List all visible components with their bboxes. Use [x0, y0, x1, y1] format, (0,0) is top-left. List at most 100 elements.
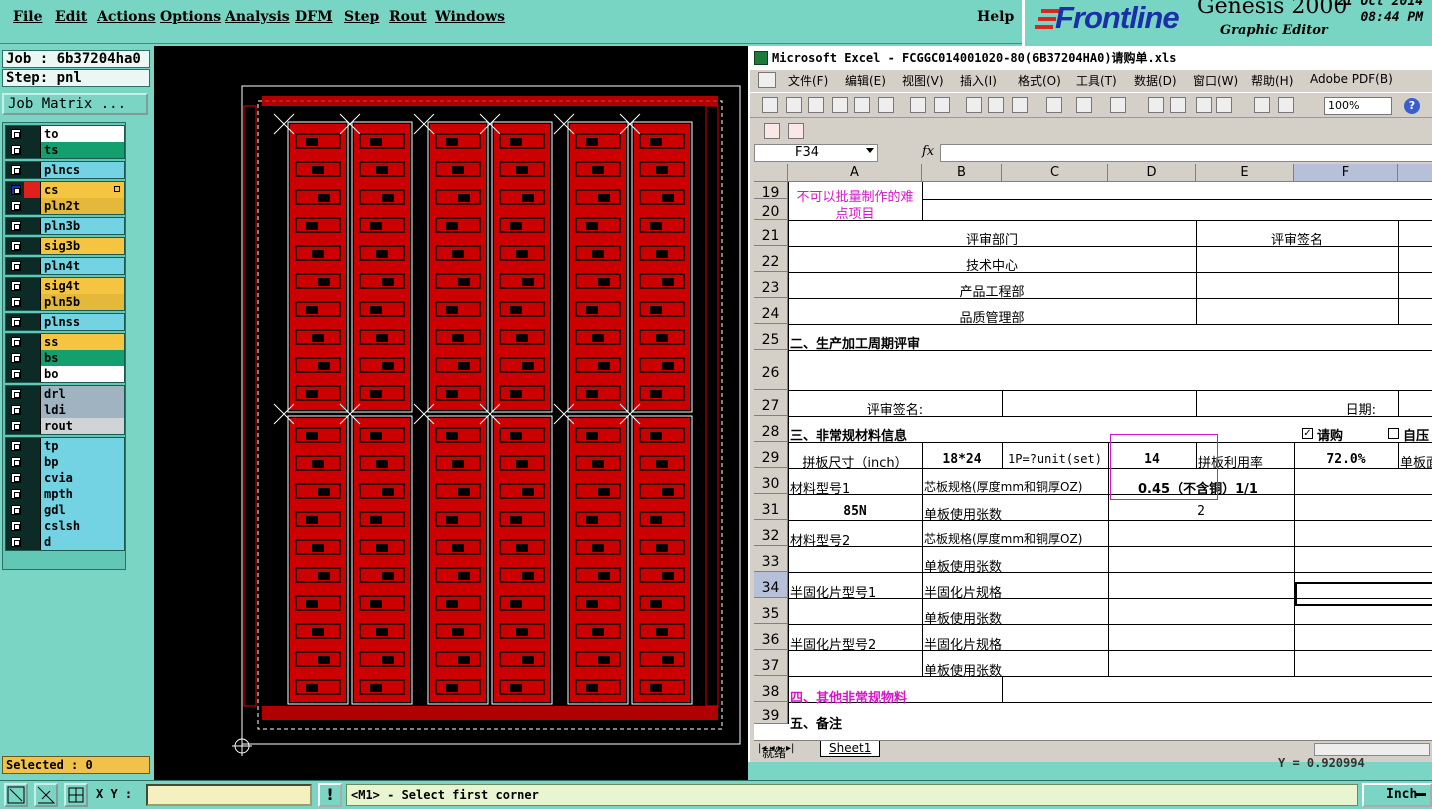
layer-affected-swatch[interactable]	[24, 162, 40, 178]
save-icon[interactable]	[808, 97, 824, 113]
col-header-a[interactable]: A	[788, 164, 922, 182]
chart-wizard-icon[interactable]	[1254, 97, 1270, 113]
layer-name[interactable]: ts	[40, 142, 124, 158]
layer-affected-swatch[interactable]	[24, 218, 40, 234]
menu-help[interactable]: Help	[977, 9, 1014, 25]
layer-row-rout[interactable]: rout	[6, 418, 124, 434]
layer-affected-swatch[interactable]	[24, 334, 40, 350]
row-header-38[interactable]: 38	[754, 676, 788, 702]
pdf-convert-icon[interactable]	[764, 123, 780, 139]
menu-dfm[interactable]: DFM	[295, 9, 333, 25]
layer-checkbox[interactable]	[11, 441, 21, 451]
layer-row-cvia[interactable]: cvia	[6, 470, 124, 486]
xl-menu-window[interactable]: 窗口(W)	[1193, 72, 1238, 89]
layer-row-drl[interactable]: drl	[6, 386, 124, 402]
layer-name[interactable]: cs	[40, 182, 124, 198]
layer-name[interactable]: bo	[40, 366, 124, 382]
menu-rout[interactable]: Rout	[389, 9, 427, 25]
layer-row-gdl[interactable]: gdl	[6, 502, 124, 518]
xl-menu-help[interactable]: 帮助(H)	[1251, 72, 1293, 89]
layer-affected-swatch[interactable]	[24, 454, 40, 470]
redo-icon[interactable]	[1110, 97, 1126, 113]
xl-menu-view[interactable]: 视图(V)	[902, 72, 944, 89]
graphic-canvas[interactable]	[154, 46, 748, 780]
col-header-g[interactable]	[1398, 164, 1432, 182]
corner-select-all[interactable]	[754, 164, 788, 182]
layer-name[interactable]: cvia	[40, 470, 124, 486]
layer-name[interactable]: sig3b	[40, 238, 124, 254]
layer-row-plncs[interactable]: plncs	[6, 162, 124, 178]
layer-name[interactable]: to	[40, 126, 124, 142]
layer-name[interactable]: bs	[40, 350, 124, 366]
layer-row-bp[interactable]: bp	[6, 454, 124, 470]
layer-checkbox[interactable]	[11, 405, 21, 415]
row-header-28[interactable]: 28	[754, 416, 788, 442]
row-header-19[interactable]: 19	[754, 182, 788, 201]
layer-name[interactable]: mpth	[40, 486, 124, 502]
row-header-32[interactable]: 32	[754, 520, 788, 546]
layer-checkbox[interactable]	[11, 353, 21, 363]
layer-checkbox[interactable]	[11, 521, 21, 531]
menu-analysis[interactable]: Analysis	[225, 9, 290, 25]
row-header-29[interactable]: 29	[754, 442, 788, 468]
layer-checkbox[interactable]	[11, 421, 21, 431]
spreadsheet-grid[interactable]: A B C D E F 19 20 21 22 23 24 25 26 27 28 29 30 31 32…	[754, 164, 1432, 740]
layer-affected-swatch[interactable]	[24, 486, 40, 502]
layer-affected-swatch[interactable]	[24, 198, 40, 214]
layer-row-pln2t[interactable]: pln2t	[6, 198, 124, 214]
row-header-20[interactable]: 20	[754, 199, 788, 220]
layer-checkbox[interactable]	[11, 221, 21, 231]
layer-affected-swatch[interactable]	[24, 142, 40, 158]
layer-checkbox[interactable]	[11, 129, 21, 139]
layer-checkbox[interactable]	[11, 457, 21, 467]
xl-menu-edit[interactable]: 编辑(E)	[845, 72, 886, 89]
print-icon[interactable]	[854, 97, 870, 113]
excel-doc-icon[interactable]	[758, 72, 776, 88]
cut-icon[interactable]	[966, 97, 982, 113]
layer-affected-swatch[interactable]	[24, 518, 40, 534]
layer-row-mpth[interactable]: mpth	[6, 486, 124, 502]
layer-checkbox[interactable]	[11, 317, 21, 327]
format-painter-icon[interactable]	[1046, 97, 1062, 113]
xl-menu-file[interactable]: 文件(F)	[788, 72, 828, 89]
row-header-22[interactable]: 22	[754, 246, 788, 272]
layer-checkbox[interactable]	[11, 201, 21, 211]
col-header-b[interactable]: B	[922, 164, 1002, 182]
layer-checkbox[interactable]	[11, 489, 21, 499]
undo-icon[interactable]	[1076, 97, 1092, 113]
paste-icon[interactable]	[1012, 97, 1028, 113]
row-header-26[interactable]: 26	[754, 350, 788, 390]
row-header-30[interactable]: 30	[754, 468, 788, 494]
layer-row-sig3b[interactable]: sig3b	[6, 238, 124, 254]
layer-affected-swatch[interactable]	[24, 182, 40, 198]
layer-row-plnss[interactable]: plnss	[6, 314, 124, 330]
layer-name[interactable]: plnss	[40, 314, 124, 330]
layer-name[interactable]: bp	[40, 454, 124, 470]
new-icon[interactable]	[762, 97, 778, 113]
layer-checkbox[interactable]	[11, 297, 21, 307]
permission-icon[interactable]	[832, 97, 848, 113]
layer-checkbox[interactable]	[11, 185, 21, 195]
checkbox-ziya[interactable]	[1388, 428, 1399, 439]
layer-checkbox[interactable]	[11, 281, 21, 291]
layer-row-tp[interactable]: tp	[6, 438, 124, 454]
layer-row-ts[interactable]: ts	[6, 142, 124, 158]
col-header-f[interactable]: F	[1294, 164, 1398, 182]
xl-menu-insert[interactable]: 插入(I)	[960, 72, 997, 89]
row-header-23[interactable]: 23	[754, 272, 788, 298]
zoom-select[interactable]: 100%	[1324, 97, 1392, 115]
layer-checkbox[interactable]	[11, 241, 21, 251]
layer-affected-swatch[interactable]	[24, 402, 40, 418]
autosum-icon[interactable]	[1170, 97, 1186, 113]
menu-edit[interactable]: Edit	[55, 9, 87, 25]
row-header-37[interactable]: 37	[754, 650, 788, 676]
layer-row-sig4t[interactable]: sig4t	[6, 278, 124, 294]
row-header-25[interactable]: 25	[754, 324, 788, 350]
layer-affected-swatch[interactable]	[24, 294, 40, 310]
layer-name[interactable]: ldi	[40, 402, 124, 418]
copy-icon[interactable]	[988, 97, 1004, 113]
layer-checkbox[interactable]	[11, 505, 21, 515]
layer-name[interactable]: pln2t	[40, 198, 124, 214]
layer-checkbox[interactable]	[11, 145, 21, 155]
active-cell-f34[interactable]	[1295, 582, 1432, 606]
